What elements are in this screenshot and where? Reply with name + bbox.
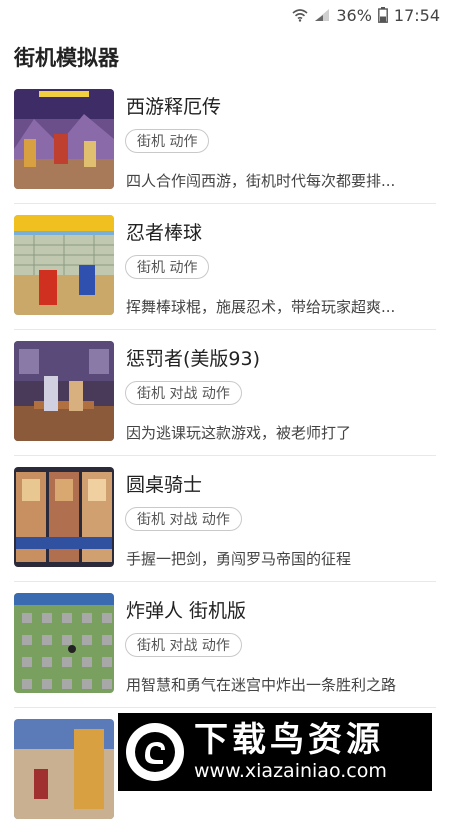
game-item[interactable]: 惩罚者(美版93) 街机 对战 动作 因为逃课玩这款游戏，被老师打了 bbox=[14, 330, 436, 456]
game-title: 惩罚者(美版93) bbox=[126, 348, 261, 370]
game-item[interactable]: 西游释厄传 街机 动作 四人合作闯西游，街机时代每次都要排... bbox=[14, 78, 436, 204]
game-thumbnail bbox=[14, 719, 114, 819]
game-title: 炸弹人 街机版 bbox=[126, 600, 247, 622]
game-thumbnail bbox=[14, 593, 114, 693]
game-description: 四人合作闯西游，街机时代每次都要排... bbox=[126, 172, 396, 190]
game-item[interactable]: 圆桌骑士 街机 对战 动作 手握一把剑，勇闯罗马帝国的征程 bbox=[14, 456, 436, 582]
game-item[interactable]: 忍者棒球 街机 动作 挥舞棒球棍，施展忍术，带给玩家超爽... bbox=[14, 204, 436, 330]
status-bar: 36% 17:54 bbox=[0, 0, 450, 30]
watermark-title: 下载鸟资源 bbox=[194, 720, 384, 760]
game-title: 圆桌骑士 bbox=[126, 474, 203, 496]
signal-icon bbox=[314, 8, 330, 22]
game-tags: 街机 对战 动作 bbox=[125, 507, 242, 531]
game-title: 忍者棒球 bbox=[126, 222, 203, 244]
page-title: 街机模拟器 bbox=[14, 46, 119, 70]
game-description: 用智慧和勇气在迷宫中炸出一条胜利之路 bbox=[126, 676, 397, 694]
game-title: 西游释厄传 bbox=[126, 96, 222, 118]
battery-level: 36% bbox=[336, 5, 372, 25]
game-tags: 街机 动作 bbox=[125, 129, 210, 153]
game-tags: 街机 动作 bbox=[125, 255, 210, 279]
game-tags: 街机 对战 动作 bbox=[125, 381, 242, 405]
game-description: 因为逃课玩这款游戏，被老师打了 bbox=[126, 424, 352, 442]
game-thumbnail bbox=[14, 215, 114, 315]
game-thumbnail bbox=[14, 467, 114, 567]
bird-logo-icon bbox=[126, 723, 184, 781]
battery-icon bbox=[377, 7, 388, 23]
game-description: 挥舞棒球棍，施展忍术，带给玩家超爽... bbox=[126, 298, 396, 316]
watermark-url: www.xiazainiao.com bbox=[194, 760, 387, 782]
game-description: 手握一把剑，勇闯罗马帝国的征程 bbox=[126, 550, 352, 568]
game-item[interactable]: 炸弹人 街机版 街机 对战 动作 用智慧和勇气在迷宫中炸出一条胜利之路 bbox=[14, 582, 436, 708]
game-thumbnail bbox=[14, 89, 114, 189]
game-tags: 街机 对战 动作 bbox=[125, 633, 242, 657]
game-thumbnail bbox=[14, 341, 114, 441]
clock: 17:54 bbox=[393, 5, 440, 25]
watermark-banner: 下载鸟资源 www.xiazainiao.com bbox=[118, 713, 432, 791]
wifi-icon bbox=[292, 8, 308, 22]
